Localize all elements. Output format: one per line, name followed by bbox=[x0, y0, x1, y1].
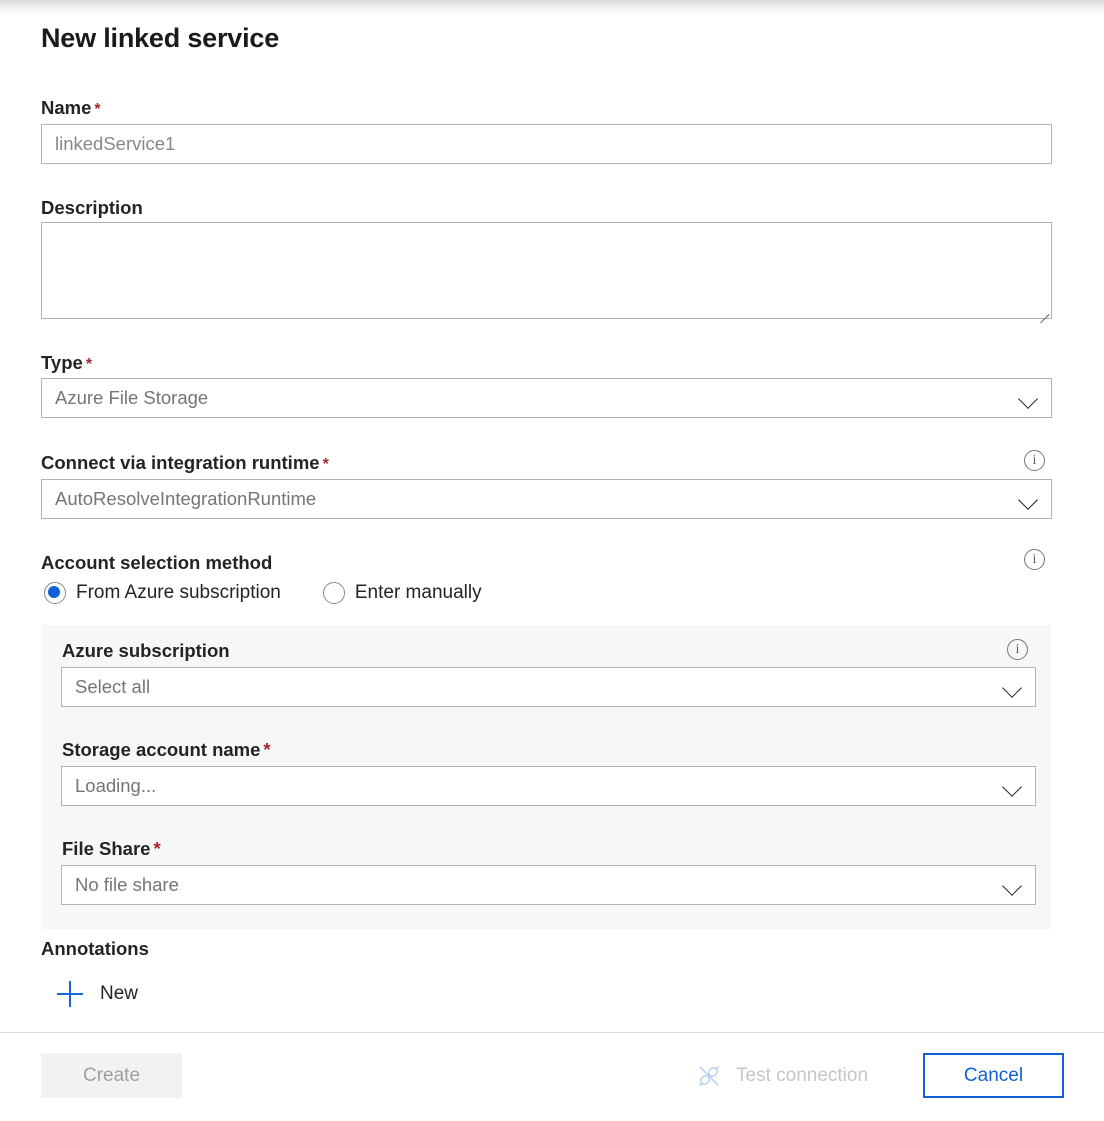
azure-subscription-dropdown[interactable]: Select all bbox=[61, 667, 1036, 707]
test-connection-label: Test connection bbox=[736, 1064, 868, 1088]
resize-grip-icon[interactable] bbox=[1036, 303, 1049, 316]
test-connection-button[interactable]: Test connection bbox=[694, 1061, 868, 1091]
integration-runtime-dropdown[interactable]: AutoResolveIntegrationRuntime bbox=[41, 479, 1052, 519]
type-required-asterisk: * bbox=[86, 356, 92, 373]
storage-account-name-value: Loading... bbox=[75, 767, 156, 805]
plus-icon bbox=[57, 981, 83, 1007]
type-dropdown[interactable]: Azure File Storage bbox=[41, 378, 1052, 418]
azure-subscription-info-icon[interactable]: i bbox=[1007, 639, 1028, 660]
chevron-down-icon bbox=[1017, 487, 1041, 511]
name-label: Name* bbox=[41, 96, 101, 120]
file-share-dropdown[interactable]: No file share bbox=[61, 865, 1036, 905]
add-annotation-button[interactable]: New bbox=[57, 981, 172, 1007]
radio-mark-selected-icon bbox=[44, 582, 66, 604]
name-required-asterisk: * bbox=[94, 101, 100, 118]
name-label-text: Name bbox=[41, 97, 91, 118]
radio-from-azure-subscription-label: From Azure subscription bbox=[76, 581, 281, 605]
account-selection-radio-group: From Azure subscription Enter manually bbox=[44, 581, 524, 605]
footer-action-bar: Create Test connection Cancel bbox=[0, 1033, 1104, 1121]
integration-runtime-label: Connect via integration runtime* bbox=[41, 451, 329, 475]
chevron-down-icon bbox=[1017, 386, 1041, 410]
page-title: New linked service bbox=[41, 20, 279, 56]
integration-runtime-info-icon[interactable]: i bbox=[1024, 450, 1045, 471]
create-button[interactable]: Create bbox=[41, 1053, 182, 1098]
azure-subscription-panel: Azure subscription i Select all Storage … bbox=[42, 625, 1051, 929]
chevron-down-icon bbox=[1001, 873, 1025, 897]
account-selection-info-icon[interactable]: i bbox=[1024, 549, 1045, 570]
add-annotation-label: New bbox=[100, 982, 138, 1006]
name-input[interactable]: linkedService1 bbox=[41, 124, 1052, 164]
radio-enter-manually[interactable]: Enter manually bbox=[323, 581, 482, 605]
chevron-down-icon bbox=[1001, 774, 1025, 798]
file-share-value: No file share bbox=[75, 866, 179, 904]
storage-account-name-label-text: Storage account name bbox=[62, 739, 260, 760]
description-label: Description bbox=[41, 196, 143, 220]
chevron-down-icon bbox=[1001, 675, 1025, 699]
azure-subscription-label: Azure subscription bbox=[62, 639, 230, 663]
type-label-text: Type bbox=[41, 352, 83, 373]
file-share-required-asterisk: * bbox=[153, 838, 160, 859]
storage-account-name-dropdown[interactable]: Loading... bbox=[61, 766, 1036, 806]
type-label: Type* bbox=[41, 351, 92, 375]
radio-enter-manually-label: Enter manually bbox=[355, 581, 482, 605]
radio-mark-unselected-icon bbox=[323, 582, 345, 604]
type-value: Azure File Storage bbox=[55, 379, 208, 417]
description-textarea[interactable] bbox=[41, 222, 1052, 319]
storage-account-name-label: Storage account name* bbox=[62, 738, 271, 762]
account-selection-method-label: Account selection method bbox=[41, 551, 272, 575]
annotations-label: Annotations bbox=[41, 937, 149, 961]
storage-account-required-asterisk: * bbox=[263, 739, 270, 760]
integration-runtime-value: AutoResolveIntegrationRuntime bbox=[55, 480, 316, 518]
plug-connection-icon bbox=[694, 1061, 724, 1091]
integration-runtime-label-text: Connect via integration runtime bbox=[41, 452, 320, 473]
radio-from-azure-subscription[interactable]: From Azure subscription bbox=[44, 581, 281, 605]
new-linked-service-form: New linked service Name* linkedService1 … bbox=[0, 0, 1104, 1032]
azure-subscription-value: Select all bbox=[75, 668, 150, 706]
integration-runtime-required-asterisk: * bbox=[323, 456, 329, 473]
cancel-button[interactable]: Cancel bbox=[923, 1053, 1064, 1098]
file-share-label: File Share* bbox=[62, 837, 161, 861]
file-share-label-text: File Share bbox=[62, 838, 150, 859]
